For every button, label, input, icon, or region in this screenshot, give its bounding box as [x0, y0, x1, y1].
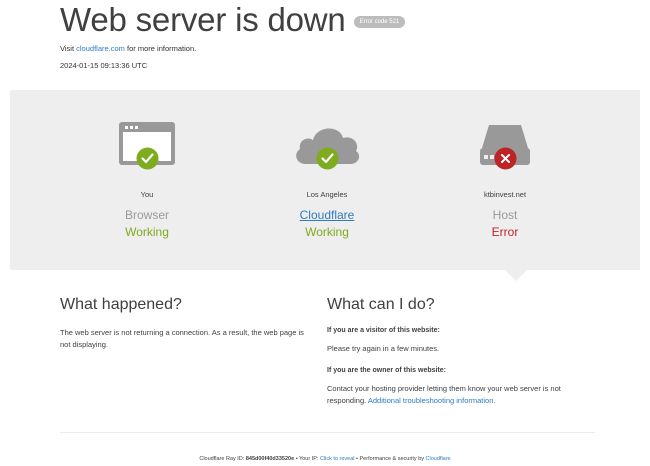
page-title: Web server is down: [60, 1, 346, 38]
node-location: ktbinvest.net: [483, 190, 527, 199]
what-happened-heading: What happened?: [60, 296, 182, 313]
visit-prefix: Visit: [60, 44, 75, 53]
cloudflare-node-link[interactable]: Cloudflare: [247, 208, 407, 222]
cloudflare-footer-link[interactable]: Cloudflare: [426, 456, 451, 462]
visit-suffix: for more information.: [127, 44, 197, 53]
what-happened-body: The web server is not returning a connec…: [60, 328, 304, 349]
ip-label: Your IP:: [299, 456, 319, 462]
owner-body-wrap: Contact your hosting provider letting th…: [327, 383, 595, 407]
page-header: Web server is down Error code 521 Visit …: [60, 0, 600, 71]
node-name: Host: [492, 208, 518, 222]
node-name: Browser: [124, 208, 169, 222]
what-happened-section: What happened? The web server is not ret…: [60, 295, 310, 351]
cloud-icon: [292, 120, 362, 174]
node-location: Los Angeles: [306, 190, 348, 199]
checkmark-icon: [136, 147, 159, 170]
reveal-ip-link[interactable]: Click to reveal: [320, 456, 355, 462]
footer-separator: •: [356, 456, 358, 462]
what-can-i-do-heading: What can I do?: [327, 296, 435, 313]
node-cloudflare: Los Angeles Cloudflare Working: [247, 90, 407, 270]
status-diagram: You Browser Working Los Angeles Cloudfla…: [10, 90, 640, 281]
performance-label: Performance & security by: [359, 456, 425, 462]
node-status: Working: [125, 225, 169, 239]
node-status: Working: [305, 225, 349, 239]
error-code-badge: Error code 521: [353, 16, 406, 28]
x-icon: [494, 147, 517, 170]
footer-separator: •: [295, 456, 298, 462]
host-pointer: [505, 270, 527, 281]
ray-id: 845d00f40d33520e: [245, 456, 295, 462]
troubleshooting-link[interactable]: Additional troubleshooting information.: [368, 396, 496, 405]
visitor-body: Please try again in a few minutes.: [327, 344, 440, 353]
browser-icon: [112, 120, 182, 174]
footer-divider: [60, 432, 595, 433]
visitor-heading: If you are a visitor of this website:: [327, 327, 440, 334]
title-row: Web server is down Error code 521: [60, 0, 600, 40]
node-host: ktbinvest.net Host Error: [425, 90, 585, 270]
node-location: You: [140, 190, 154, 199]
error-timestamp: 2024-01-15 09:13:36 UTC: [60, 61, 148, 70]
cloudflare-link[interactable]: cloudflare.com: [76, 44, 125, 53]
node-browser: You Browser Working: [67, 90, 227, 270]
owner-heading: If you are the owner of this website:: [327, 367, 447, 374]
what-can-i-do-section: What can I do? If you are a visitor of t…: [327, 295, 595, 407]
checkmark-icon: [316, 147, 339, 170]
server-icon: [470, 120, 540, 174]
ray-id-label: Cloudflare Ray ID:: [199, 456, 245, 462]
visit-info: Visit cloudflare.com for more informatio…: [60, 44, 600, 54]
footer: Cloudflare Ray ID: 845d00f40d33520e • Yo…: [0, 455, 650, 463]
node-status: Error: [491, 225, 519, 239]
